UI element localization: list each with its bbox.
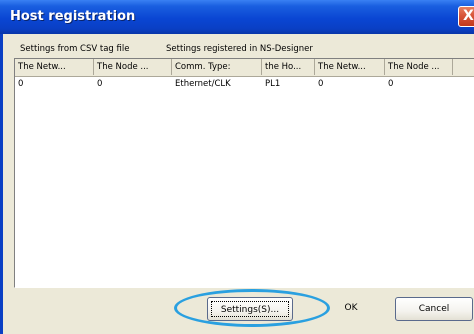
cell-network-csv: 0: [18, 79, 24, 89]
column-header-network-csv[interactable]: The Netw...: [15, 59, 94, 75]
cell-node: 0: [388, 79, 394, 89]
settings-button[interactable]: Settings(S)...: [207, 297, 293, 321]
table-row[interactable]: 0 0 Ethernet/CLK PL1 0 0: [15, 77, 474, 91]
title-bar[interactable]: Host registration X: [0, 0, 474, 34]
column-header-comm-type[interactable]: Comm. Type:: [172, 59, 262, 75]
column-header-node[interactable]: The Node ...: [385, 59, 453, 75]
window-title: Host registration: [10, 9, 136, 24]
csv-settings-label: Settings from CSV tag file: [20, 44, 130, 54]
column-header-host[interactable]: the Ho...: [262, 59, 315, 75]
host-registration-dialog: Host registration X Settings from CSV ta…: [0, 0, 474, 334]
ok-button[interactable]: OK: [331, 297, 371, 321]
cell-node-csv: 0: [97, 79, 103, 89]
settings-button-label: Settings(S)...: [211, 301, 289, 317]
column-header-network[interactable]: The Netw...: [315, 59, 385, 75]
designer-settings-label: Settings registered in NS-Designer: [166, 44, 313, 54]
close-icon[interactable]: X: [458, 6, 474, 27]
cancel-button[interactable]: Cancel: [395, 297, 473, 321]
window-frame-left: [0, 34, 3, 334]
cell-network: 0: [318, 79, 324, 89]
column-header-node-csv[interactable]: The Node ...: [94, 59, 172, 75]
list-header: The Netw... The Node ... Comm. Type: the…: [15, 59, 474, 77]
host-list[interactable]: The Netw... The Node ... Comm. Type: the…: [14, 58, 474, 288]
cell-host: PL1: [265, 79, 281, 89]
cell-comm-type: Ethernet/CLK: [175, 79, 231, 89]
